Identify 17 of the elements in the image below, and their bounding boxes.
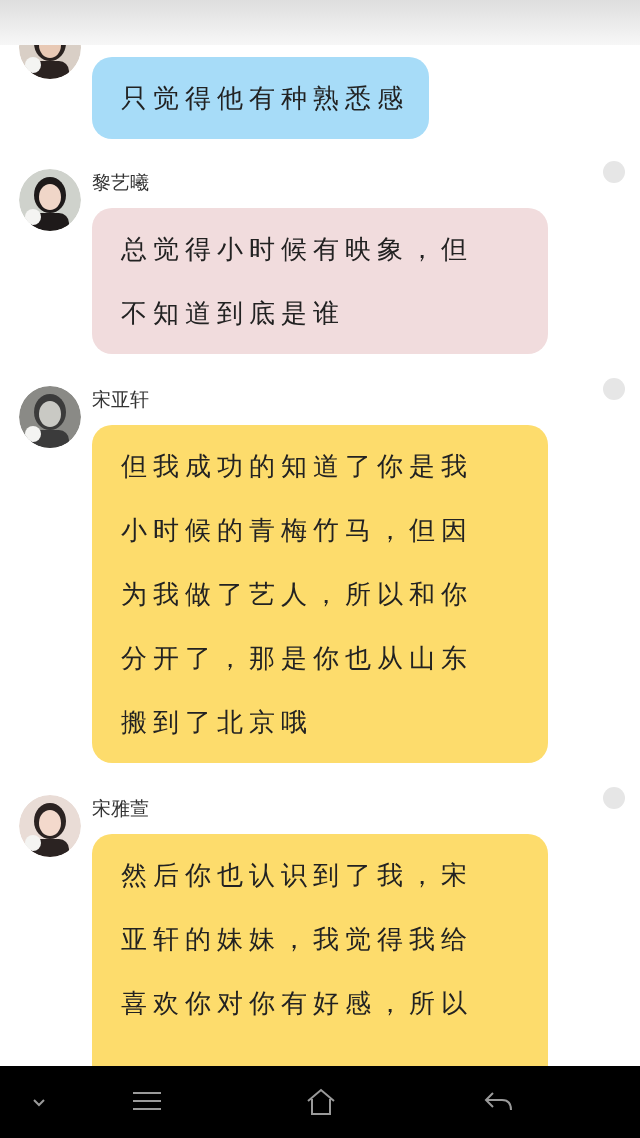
message-text: 总觉得小时候有映象，但	[121, 233, 474, 266]
message-text: 只觉得他有种熟悉感	[121, 82, 409, 115]
message-text: 但我成功的知道了你是我	[121, 450, 474, 483]
message-text: 为我做了艺人，所以和你	[121, 578, 474, 611]
sender-name: 宋雅萱	[92, 796, 150, 820]
menu-icon[interactable]	[133, 1091, 161, 1111]
message-text: 然后你也认识到了我，宋	[121, 859, 474, 892]
message-text: 亚轩的妹妹，我觉得我给	[121, 923, 474, 956]
message-text: 小时候的青梅竹马，但因	[121, 514, 474, 547]
sender-name: 黎艺曦	[92, 170, 150, 194]
message-text: 不知道到底是谁	[121, 297, 346, 330]
message-text: 搬到了北京哦	[121, 706, 314, 739]
home-icon[interactable]	[306, 1088, 336, 1116]
message-text: 喜欢你对你有好感，所以	[121, 987, 474, 1020]
sender-name: 宋亚轩	[92, 387, 150, 411]
chevron-down-icon[interactable]	[32, 1098, 46, 1107]
message-text: 分开了，那是你也从山东	[121, 642, 474, 675]
